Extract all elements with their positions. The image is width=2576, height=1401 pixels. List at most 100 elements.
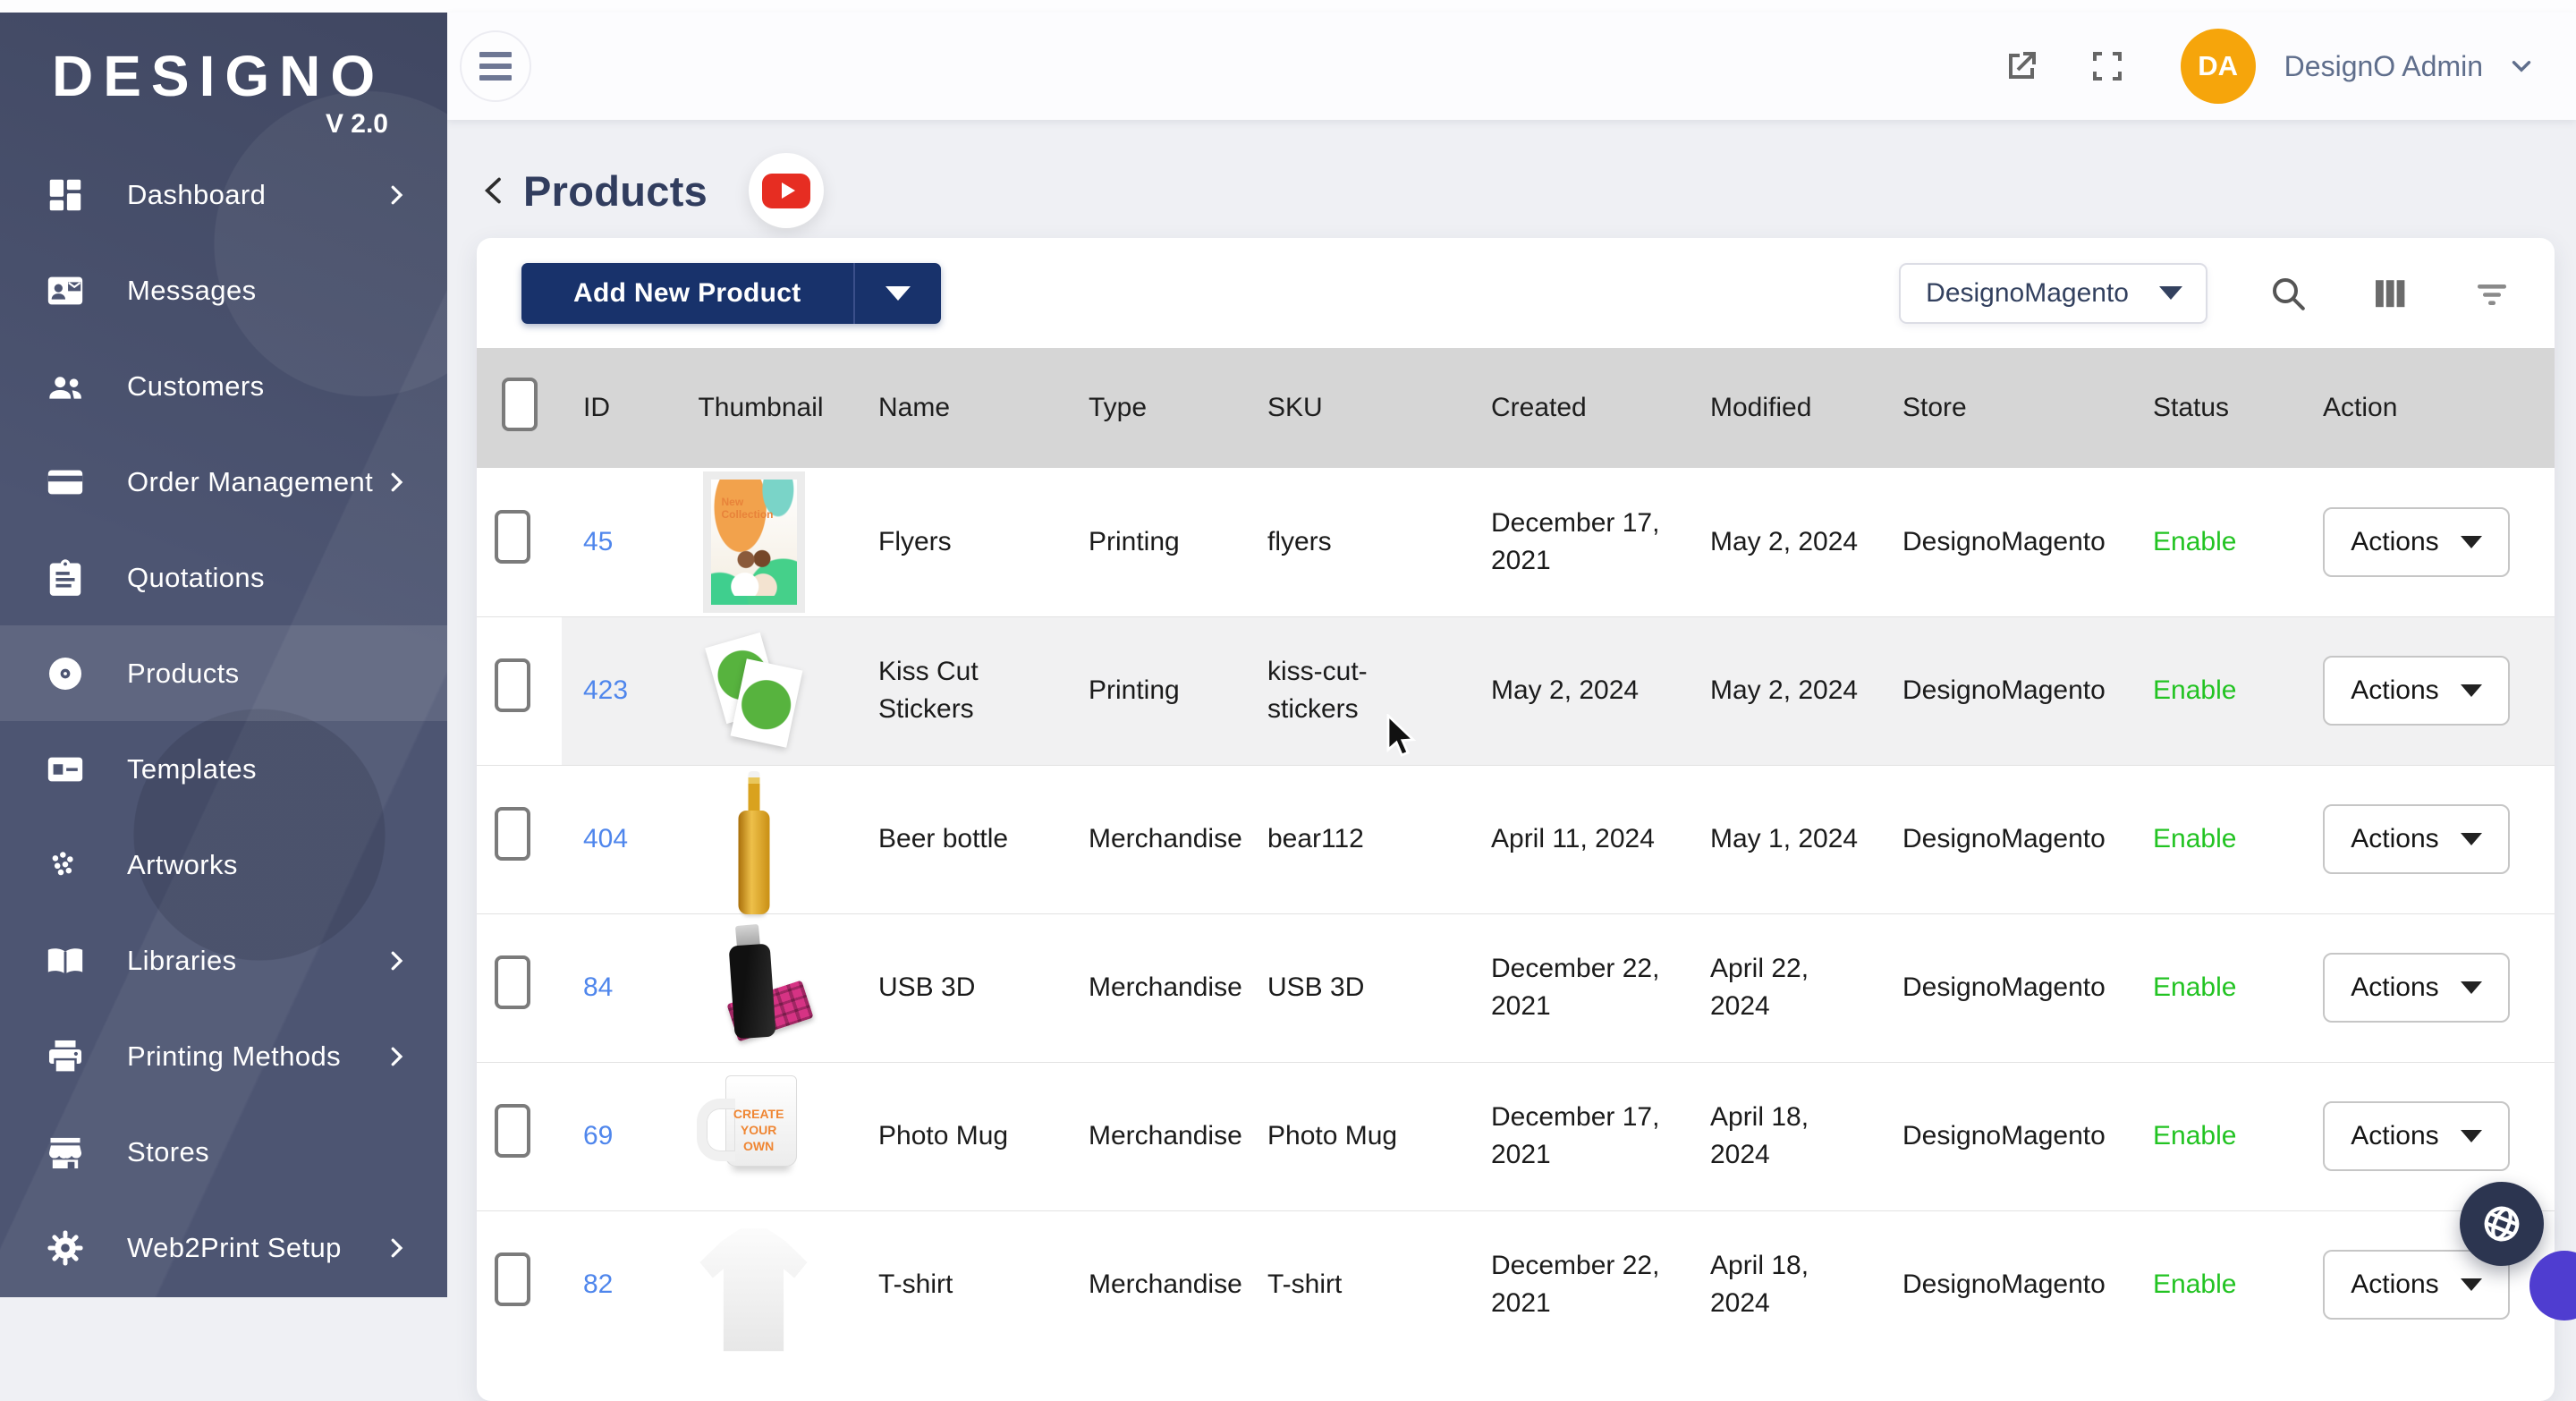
actions-button[interactable]: Actions xyxy=(2323,656,2510,726)
external-link-icon[interactable] xyxy=(2000,45,2043,88)
column-header-type: Type xyxy=(1067,348,1246,468)
status-badge: Enable xyxy=(2153,527,2236,556)
product-type: Merchandise xyxy=(1067,1062,1246,1210)
column-header-name: Name xyxy=(857,348,1067,468)
artworks-icon xyxy=(43,843,88,887)
product-sku: kiss-cut-stickers xyxy=(1246,616,1470,765)
store-select[interactable]: DesignoMagento xyxy=(1899,263,2207,324)
products-icon xyxy=(43,651,88,696)
product-id-link[interactable]: 423 xyxy=(583,675,628,705)
language-globe-button[interactable] xyxy=(2460,1182,2544,1266)
sidebar-item-web2print-setup[interactable]: Web2Print Setup xyxy=(0,1200,447,1295)
product-store: DesignoMagento xyxy=(1881,1210,2131,1359)
filter-icon[interactable] xyxy=(2470,272,2513,315)
product-name: T-shirt xyxy=(857,1210,1067,1359)
sidebar-item-label: Artworks xyxy=(127,849,410,881)
dashboard-icon xyxy=(43,173,88,217)
products-card: Add New Product DesignoMagento ID Thumbn… xyxy=(477,238,2555,1401)
product-sku: bear112 xyxy=(1246,765,1470,913)
row-checkbox[interactable] xyxy=(495,1252,530,1306)
actions-button-label: Actions xyxy=(2351,1117,2438,1155)
add-new-product-button[interactable]: Add New Product xyxy=(521,263,941,324)
sidebar-item-order-management[interactable]: Order Management xyxy=(0,434,447,530)
product-modified: April 18, 2024 xyxy=(1689,1062,1881,1210)
sidebar-item-customers[interactable]: Customers xyxy=(0,338,447,434)
caret-down-icon xyxy=(2461,981,2482,994)
status-badge: Enable xyxy=(2153,824,2236,853)
caret-down-icon xyxy=(886,286,911,301)
sidebar-item-quotations[interactable]: Quotations xyxy=(0,530,447,625)
product-id-link[interactable]: 45 xyxy=(583,527,613,556)
actions-button[interactable]: Actions xyxy=(2323,1101,2510,1171)
card-toolbar: Add New Product DesignoMagento xyxy=(477,238,2555,348)
sidebar-item-label: Templates xyxy=(127,753,410,785)
sidebar-item-products[interactable]: Products xyxy=(0,625,447,721)
sidebar: DESIGNO V 2.0 Dashboard Messages Custome… xyxy=(0,13,447,1297)
actions-button[interactable]: Actions xyxy=(2323,507,2510,577)
store-select-value: DesignoMagento xyxy=(1926,278,2129,309)
product-store: DesignoMagento xyxy=(1881,616,2131,765)
columns-icon[interactable] xyxy=(2368,272,2411,315)
product-thumbnail xyxy=(682,918,826,1057)
product-id-link[interactable]: 84 xyxy=(583,972,613,1002)
chevron-down-icon[interactable] xyxy=(2506,51,2537,81)
sidebar-item-libraries[interactable]: Libraries xyxy=(0,913,447,1008)
row-checkbox[interactable] xyxy=(495,658,530,712)
product-type: Merchandise xyxy=(1067,913,1246,1062)
row-checkbox[interactable] xyxy=(495,955,530,1009)
search-icon[interactable] xyxy=(2267,272,2309,315)
sidebar-item-messages[interactable]: Messages xyxy=(0,242,447,338)
product-thumbnail: CREATE YOUR OWN xyxy=(682,1066,826,1206)
sidebar-item-stores[interactable]: Stores xyxy=(0,1104,447,1200)
product-id-link[interactable]: 82 xyxy=(583,1269,613,1299)
actions-button-label: Actions xyxy=(2351,820,2438,858)
sidebar-item-label: Stores xyxy=(127,1136,410,1168)
status-badge: Enable xyxy=(2153,675,2236,705)
select-all-checkbox[interactable] xyxy=(502,378,538,431)
status-badge: Enable xyxy=(2153,1269,2236,1299)
top-strip xyxy=(0,0,2576,13)
table-row: 69 CREATE YOUR OWN Photo Mug Merchandise… xyxy=(477,1062,2555,1210)
product-store: DesignoMagento xyxy=(1881,468,2131,616)
user-menu[interactable]: DesignO Admin xyxy=(2284,50,2483,83)
customers-icon xyxy=(43,364,88,409)
column-header-modified: Modified xyxy=(1689,348,1881,468)
sidebar-item-artworks[interactable]: Artworks xyxy=(0,817,447,913)
sidebar-item-label: Quotations xyxy=(127,562,410,594)
fullscreen-icon[interactable] xyxy=(2086,45,2129,88)
product-modified: April 22, 2024 xyxy=(1689,913,1881,1062)
back-chevron-icon[interactable] xyxy=(477,173,513,208)
product-name: USB 3D xyxy=(857,913,1067,1062)
sidebar-item-printing-methods[interactable]: Printing Methods xyxy=(0,1008,447,1104)
chevron-right-icon xyxy=(383,947,410,974)
add-product-dropdown-toggle[interactable] xyxy=(855,263,941,324)
actions-button[interactable]: Actions xyxy=(2323,804,2510,874)
thumbnail-text: CREATE YOUR OWN xyxy=(733,1106,784,1155)
caret-down-icon xyxy=(2461,536,2482,548)
app-logo: DESIGNO xyxy=(52,43,385,109)
thumbnail-text: New Collection xyxy=(722,496,774,522)
help-video-button[interactable] xyxy=(749,153,824,228)
sidebar-item-dashboard[interactable]: Dashboard xyxy=(0,147,447,242)
row-checkbox[interactable] xyxy=(495,1104,530,1158)
sidebar-item-label: Products xyxy=(127,658,410,690)
hamburger-menu-button[interactable] xyxy=(460,30,531,102)
product-sku: flyers xyxy=(1246,468,1470,616)
stores-icon xyxy=(43,1130,88,1175)
row-checkbox[interactable] xyxy=(495,807,530,861)
table-row: 84 USB 3D Merchandise USB 3D December 22… xyxy=(477,913,2555,1062)
sidebar-item-templates[interactable]: Templates xyxy=(0,721,447,817)
product-store: DesignoMagento xyxy=(1881,765,2131,913)
product-created: December 17, 2021 xyxy=(1470,1062,1689,1210)
messages-icon xyxy=(43,268,88,313)
row-checkbox[interactable] xyxy=(495,510,530,564)
caret-down-icon xyxy=(2461,684,2482,697)
actions-button[interactable]: Actions xyxy=(2323,953,2510,1023)
caret-down-icon xyxy=(2461,1278,2482,1291)
product-id-link[interactable]: 69 xyxy=(583,1121,613,1151)
product-id-link[interactable]: 404 xyxy=(583,824,628,853)
topbar: DA DesignO Admin xyxy=(447,13,2576,120)
product-thumbnail: New Collection xyxy=(682,472,826,612)
chevron-right-icon xyxy=(383,1043,410,1070)
avatar[interactable]: DA xyxy=(2181,29,2256,104)
